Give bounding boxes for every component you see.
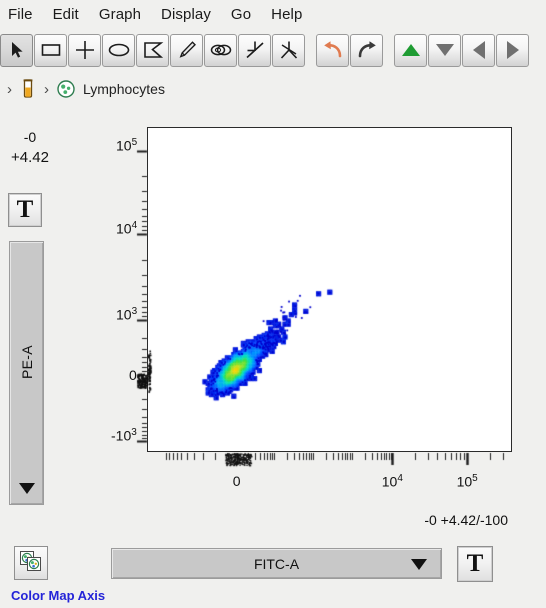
undo-button[interactable]: [316, 34, 349, 67]
triangle-up-icon: [400, 40, 422, 60]
menu-go[interactable]: Go: [221, 4, 261, 26]
polygon-gate-icon: [142, 40, 164, 60]
menu-edit[interactable]: Edit: [43, 4, 89, 26]
tick-label: 103: [116, 306, 137, 323]
pencil-gate-icon: [176, 39, 198, 61]
quadrant-offset-icon: [244, 39, 266, 61]
x-axis-parameter-selector[interactable]: FITC-A: [111, 548, 442, 579]
tool-pencil-gate[interactable]: [170, 34, 203, 67]
tick-label: 104: [116, 220, 137, 237]
tool-boolean-gate[interactable]: [204, 34, 237, 67]
menu-bar: File Edit Graph Display Go Help: [0, 0, 546, 30]
tool-ellipse-gate[interactable]: [102, 34, 135, 67]
color-map-icon: [19, 549, 43, 578]
nav-forward-button[interactable]: [496, 34, 529, 67]
boolean-gate-icon: [209, 40, 233, 60]
menu-graph[interactable]: Graph: [89, 4, 151, 26]
menu-display[interactable]: Display: [151, 4, 221, 26]
tool-rectangle-gate[interactable]: [34, 34, 67, 67]
history-tool-group: [316, 34, 384, 67]
menu-file[interactable]: File: [0, 4, 43, 26]
y-transform-line-2: +4.42: [0, 147, 60, 169]
x-axis-transform-button[interactable]: T: [457, 546, 493, 582]
breadcrumb: › › Lymphocytes: [0, 74, 546, 104]
nav-up-button[interactable]: [394, 34, 427, 67]
tool-polygon-gate[interactable]: [136, 34, 169, 67]
gate-tool-group: [0, 34, 306, 67]
color-map-axis-link[interactable]: Color Map Axis: [11, 588, 105, 603]
color-map-axis-button[interactable]: [14, 546, 48, 580]
tick-label: 0: [233, 473, 241, 489]
scatter-plot-area[interactable]: [147, 127, 512, 452]
test-tube-icon[interactable]: [19, 78, 37, 100]
tool-quadrant-gate[interactable]: [68, 34, 101, 67]
pointer-icon: [7, 40, 27, 60]
rectangle-gate-icon: [40, 40, 62, 60]
toolbar: [0, 31, 546, 69]
chevron-down-icon[interactable]: [19, 483, 35, 494]
tool-quadrant-offset[interactable]: [238, 34, 271, 67]
cell-population-icon[interactable]: [56, 79, 76, 99]
status-bar: Color Map Axis: [0, 588, 546, 608]
tick-label: 104: [382, 473, 403, 490]
tick-label: 105: [457, 473, 478, 490]
nav-back-button[interactable]: [462, 34, 495, 67]
y-axis-transform-button[interactable]: T: [8, 193, 42, 227]
ellipse-gate-icon: [107, 40, 131, 60]
breadcrumb-population-label[interactable]: Lymphocytes: [83, 81, 165, 97]
nav-down-button[interactable]: [428, 34, 461, 67]
tick-label: -103: [111, 427, 137, 444]
chevron-down-icon[interactable]: [411, 559, 427, 570]
triangle-down-icon: [434, 40, 456, 60]
x-axis-transform-text: -0 +4.42/-100: [424, 512, 508, 528]
triangle-left-icon: [469, 39, 489, 61]
triangle-right-icon: [503, 39, 523, 61]
y-axis-transform-labels: -0 +4.42: [0, 128, 60, 169]
undo-icon: [321, 39, 345, 61]
y-axis-parameter-selector[interactable]: PE-A: [9, 241, 44, 505]
tool-pointer[interactable]: [0, 34, 33, 67]
redo-button[interactable]: [350, 34, 383, 67]
breadcrumb-chevron-1[interactable]: ›: [0, 81, 19, 98]
tick-label: 0: [129, 367, 137, 383]
y-transform-line-1: -0: [0, 128, 60, 147]
scatter-plot-canvas[interactable]: [148, 128, 511, 451]
tool-tri-gate[interactable]: [272, 34, 305, 67]
menu-help[interactable]: Help: [261, 4, 312, 26]
redo-icon: [355, 39, 379, 61]
breadcrumb-chevron-2[interactable]: ›: [37, 81, 56, 98]
navigation-tool-group: [394, 34, 530, 67]
tick-label: 105: [116, 137, 137, 154]
flow-cytometry-graph-window: File Edit Graph Display Go Help › › Lymp…: [0, 0, 546, 608]
tri-gate-icon: [278, 39, 300, 61]
x-axis-parameter-label: FITC-A: [254, 556, 299, 572]
quadrant-gate-icon: [74, 39, 96, 61]
y-axis-parameter-label: PE-A: [19, 242, 35, 483]
